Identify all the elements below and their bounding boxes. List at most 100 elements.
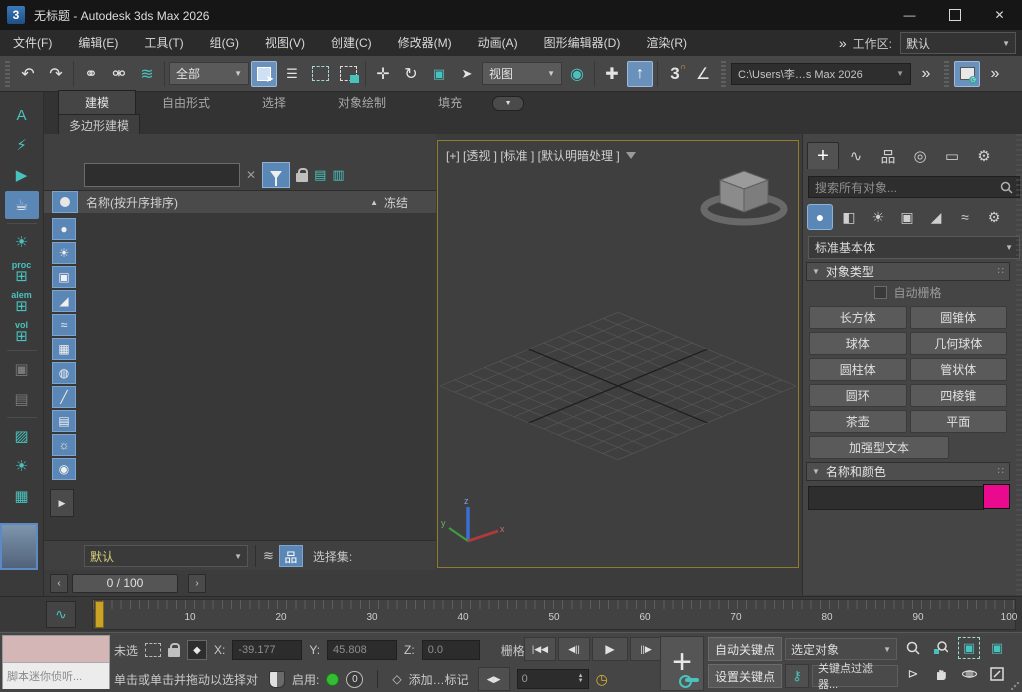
- panel-scrollbar[interactable]: [1016, 134, 1022, 595]
- filter-biped-icon[interactable]: ☼: [52, 434, 76, 456]
- next-frame-button[interactable]: ||▶: [630, 637, 662, 661]
- workspace-dropdown[interactable]: 默认 ▼: [900, 32, 1016, 54]
- adaptive-degradation-icon[interactable]: [269, 670, 286, 688]
- listener-macro-pane[interactable]: [3, 636, 109, 663]
- filter-lights-icon[interactable]: ☀: [52, 242, 76, 264]
- selected-objects-dropdown[interactable]: 选定对象 ▼: [785, 638, 898, 660]
- scene-converter-icon[interactable]: ☕: [4, 191, 39, 219]
- layer-manager-icon[interactable]: ≋: [263, 548, 274, 564]
- y-coordinate-field[interactable]: 45.808: [327, 640, 398, 660]
- ribbon-tab[interactable]: 填充: [412, 91, 488, 114]
- use-center-button[interactable]: ◉: [564, 61, 590, 87]
- lock-icon[interactable]: [296, 168, 309, 182]
- coord-system-dropdown[interactable]: 视图 ▼: [482, 62, 562, 85]
- cat-lights-icon[interactable]: ☀: [865, 204, 891, 230]
- toolbar-overflow-button[interactable]: »: [913, 61, 939, 87]
- layer-color-thumbnail[interactable]: [0, 523, 38, 570]
- name-color-rollout[interactable]: ▼ 名称和颜色 ∷: [806, 462, 1010, 481]
- maxscript-mini-listener[interactable]: 脚本迷你侦听...: [2, 635, 110, 689]
- project-folder-field[interactable]: C:\Users\李…s Max 2026 ▼: [731, 62, 911, 85]
- add-time-tag[interactable]: 添加…标记: [409, 671, 469, 688]
- ribbon-tab[interactable]: 自由形式: [136, 91, 236, 114]
- cat-helpers-icon[interactable]: ◢: [923, 204, 949, 230]
- filter-geometry-icon[interactable]: ●: [52, 218, 76, 240]
- new-key-icon[interactable]: ⚷: [785, 664, 810, 688]
- zoom-extents-all-icon[interactable]: ▣: [986, 637, 1008, 659]
- menu-item-9[interactable]: 渲染(R): [633, 31, 700, 56]
- time-slider[interactable]: 0 / 100: [72, 573, 178, 593]
- snap-3d-button[interactable]: 3 ∩: [662, 61, 688, 87]
- x-coordinate-field[interactable]: -39.177: [232, 640, 303, 660]
- key-filters-button[interactable]: 关键点过滤器...: [812, 663, 899, 691]
- tab-hierarchy[interactable]: 品: [873, 143, 903, 169]
- menu-item-6[interactable]: 修改器(M): [385, 31, 465, 56]
- ribbon-tab[interactable]: 建模: [58, 90, 137, 114]
- name-column-header[interactable]: 名称(按升序排序): [86, 194, 178, 211]
- explorer-object-list[interactable]: ●☀▣◢≈▦◍╱▤☼◉≡: [44, 213, 436, 540]
- autogrid-checkbox[interactable]: [874, 286, 888, 299]
- current-frame-field[interactable]: 0 ▲ ▼: [516, 669, 589, 689]
- cat-systems-icon[interactable]: ⚙: [981, 204, 1007, 230]
- tab-motion[interactable]: ◎: [905, 143, 935, 169]
- window-resize-grip[interactable]: [1011, 682, 1019, 690]
- script-run-icon[interactable]: ▶: [5, 161, 39, 189]
- explorer-search-input[interactable]: [84, 163, 240, 187]
- column-icon[interactable]: [52, 191, 78, 213]
- primitive-button[interactable]: 球体: [809, 332, 907, 355]
- timeline-ruler[interactable]: 0102030405060708090100: [92, 599, 1017, 630]
- toolbar-grip[interactable]: [721, 60, 726, 87]
- absolute-mode-toggle[interactable]: ◆: [187, 640, 208, 660]
- enable-status-dot[interactable]: [326, 672, 340, 686]
- search-icon[interactable]: [1000, 181, 1013, 194]
- primitive-button[interactable]: 平面: [909, 410, 1007, 433]
- cat-spacewarps-icon[interactable]: ≈: [952, 204, 978, 230]
- primitive-button[interactable]: 四棱锥: [909, 384, 1007, 407]
- light-analysis-icon[interactable]: ☀: [5, 228, 39, 256]
- play-button[interactable]: ▶: [592, 637, 628, 661]
- explorer-filter-button[interactable]: [262, 162, 291, 188]
- select-rotate-button[interactable]: ↻: [398, 61, 424, 87]
- proc-create-icon[interactable]: proc ⊞: [5, 258, 39, 286]
- toolbar-grip[interactable]: [5, 60, 10, 87]
- maximize-button[interactable]: [932, 0, 977, 30]
- prev-frame-button[interactable]: ‹: [50, 573, 68, 593]
- search-all-objects-field[interactable]: 搜索所有对象...: [808, 176, 1020, 198]
- window-crossing-button[interactable]: [335, 61, 361, 87]
- object-color-swatch[interactable]: [983, 484, 1010, 509]
- primitive-button[interactable]: 几何球体: [909, 332, 1007, 355]
- select-manipulate-button[interactable]: ✚: [599, 61, 625, 87]
- viewport-filter-icon[interactable]: [625, 152, 636, 159]
- time-cursor[interactable]: [95, 601, 104, 628]
- zoom-all-icon[interactable]: [930, 637, 952, 659]
- zoom-extents-icon[interactable]: ▣: [958, 637, 980, 659]
- primitive-button[interactable]: 加强型文本: [809, 436, 949, 459]
- select-by-name-button[interactable]: ☰: [279, 61, 305, 87]
- orbit-icon[interactable]: [958, 663, 980, 685]
- menu-overflow-icon[interactable]: »: [839, 35, 847, 51]
- filter-visibility-icon[interactable]: ◉: [52, 458, 76, 480]
- filter-containers-icon[interactable]: ▤: [52, 410, 76, 432]
- object-name-field[interactable]: [808, 486, 984, 510]
- key-mode-toggle[interactable]: ◀▶: [477, 667, 510, 691]
- hierarchy-view-icon[interactable]: ▤: [314, 167, 326, 183]
- menu-item-2[interactable]: 工具(T): [131, 31, 196, 56]
- tab-display[interactable]: ▭: [937, 143, 967, 169]
- ribbon-tab[interactable]: 对象绘制: [312, 91, 412, 114]
- z-coordinate-field[interactable]: 0.0: [421, 640, 480, 660]
- script-edit-icon[interactable]: ⚡: [5, 131, 39, 159]
- perspective-viewport[interactable]: z y x [+] [透视 ] [标准 ] [默认明暗处理 ]: [437, 140, 799, 568]
- primitive-category-dropdown[interactable]: 标准基本体 ▼: [808, 236, 1020, 259]
- clear-search-icon[interactable]: ✕: [246, 168, 256, 182]
- zoom-icon[interactable]: [902, 637, 924, 659]
- toolbar-grip[interactable]: [944, 60, 949, 87]
- selection-lock-icon[interactable]: [168, 643, 181, 657]
- cat-cameras-icon[interactable]: ▣: [894, 204, 920, 230]
- filter-xrefs-icon[interactable]: ◍: [52, 362, 76, 384]
- minimize-button[interactable]: —: [887, 0, 932, 30]
- named-selection-icon[interactable]: 品: [278, 545, 303, 567]
- select-scale-button[interactable]: ▣: [426, 61, 452, 87]
- filter-spacewarps-icon[interactable]: ≈: [52, 314, 76, 336]
- menu-item-5[interactable]: 创建(C): [318, 31, 385, 56]
- maximize-viewport-icon[interactable]: [986, 663, 1008, 685]
- angle-snap-button[interactable]: ∠: [690, 61, 716, 87]
